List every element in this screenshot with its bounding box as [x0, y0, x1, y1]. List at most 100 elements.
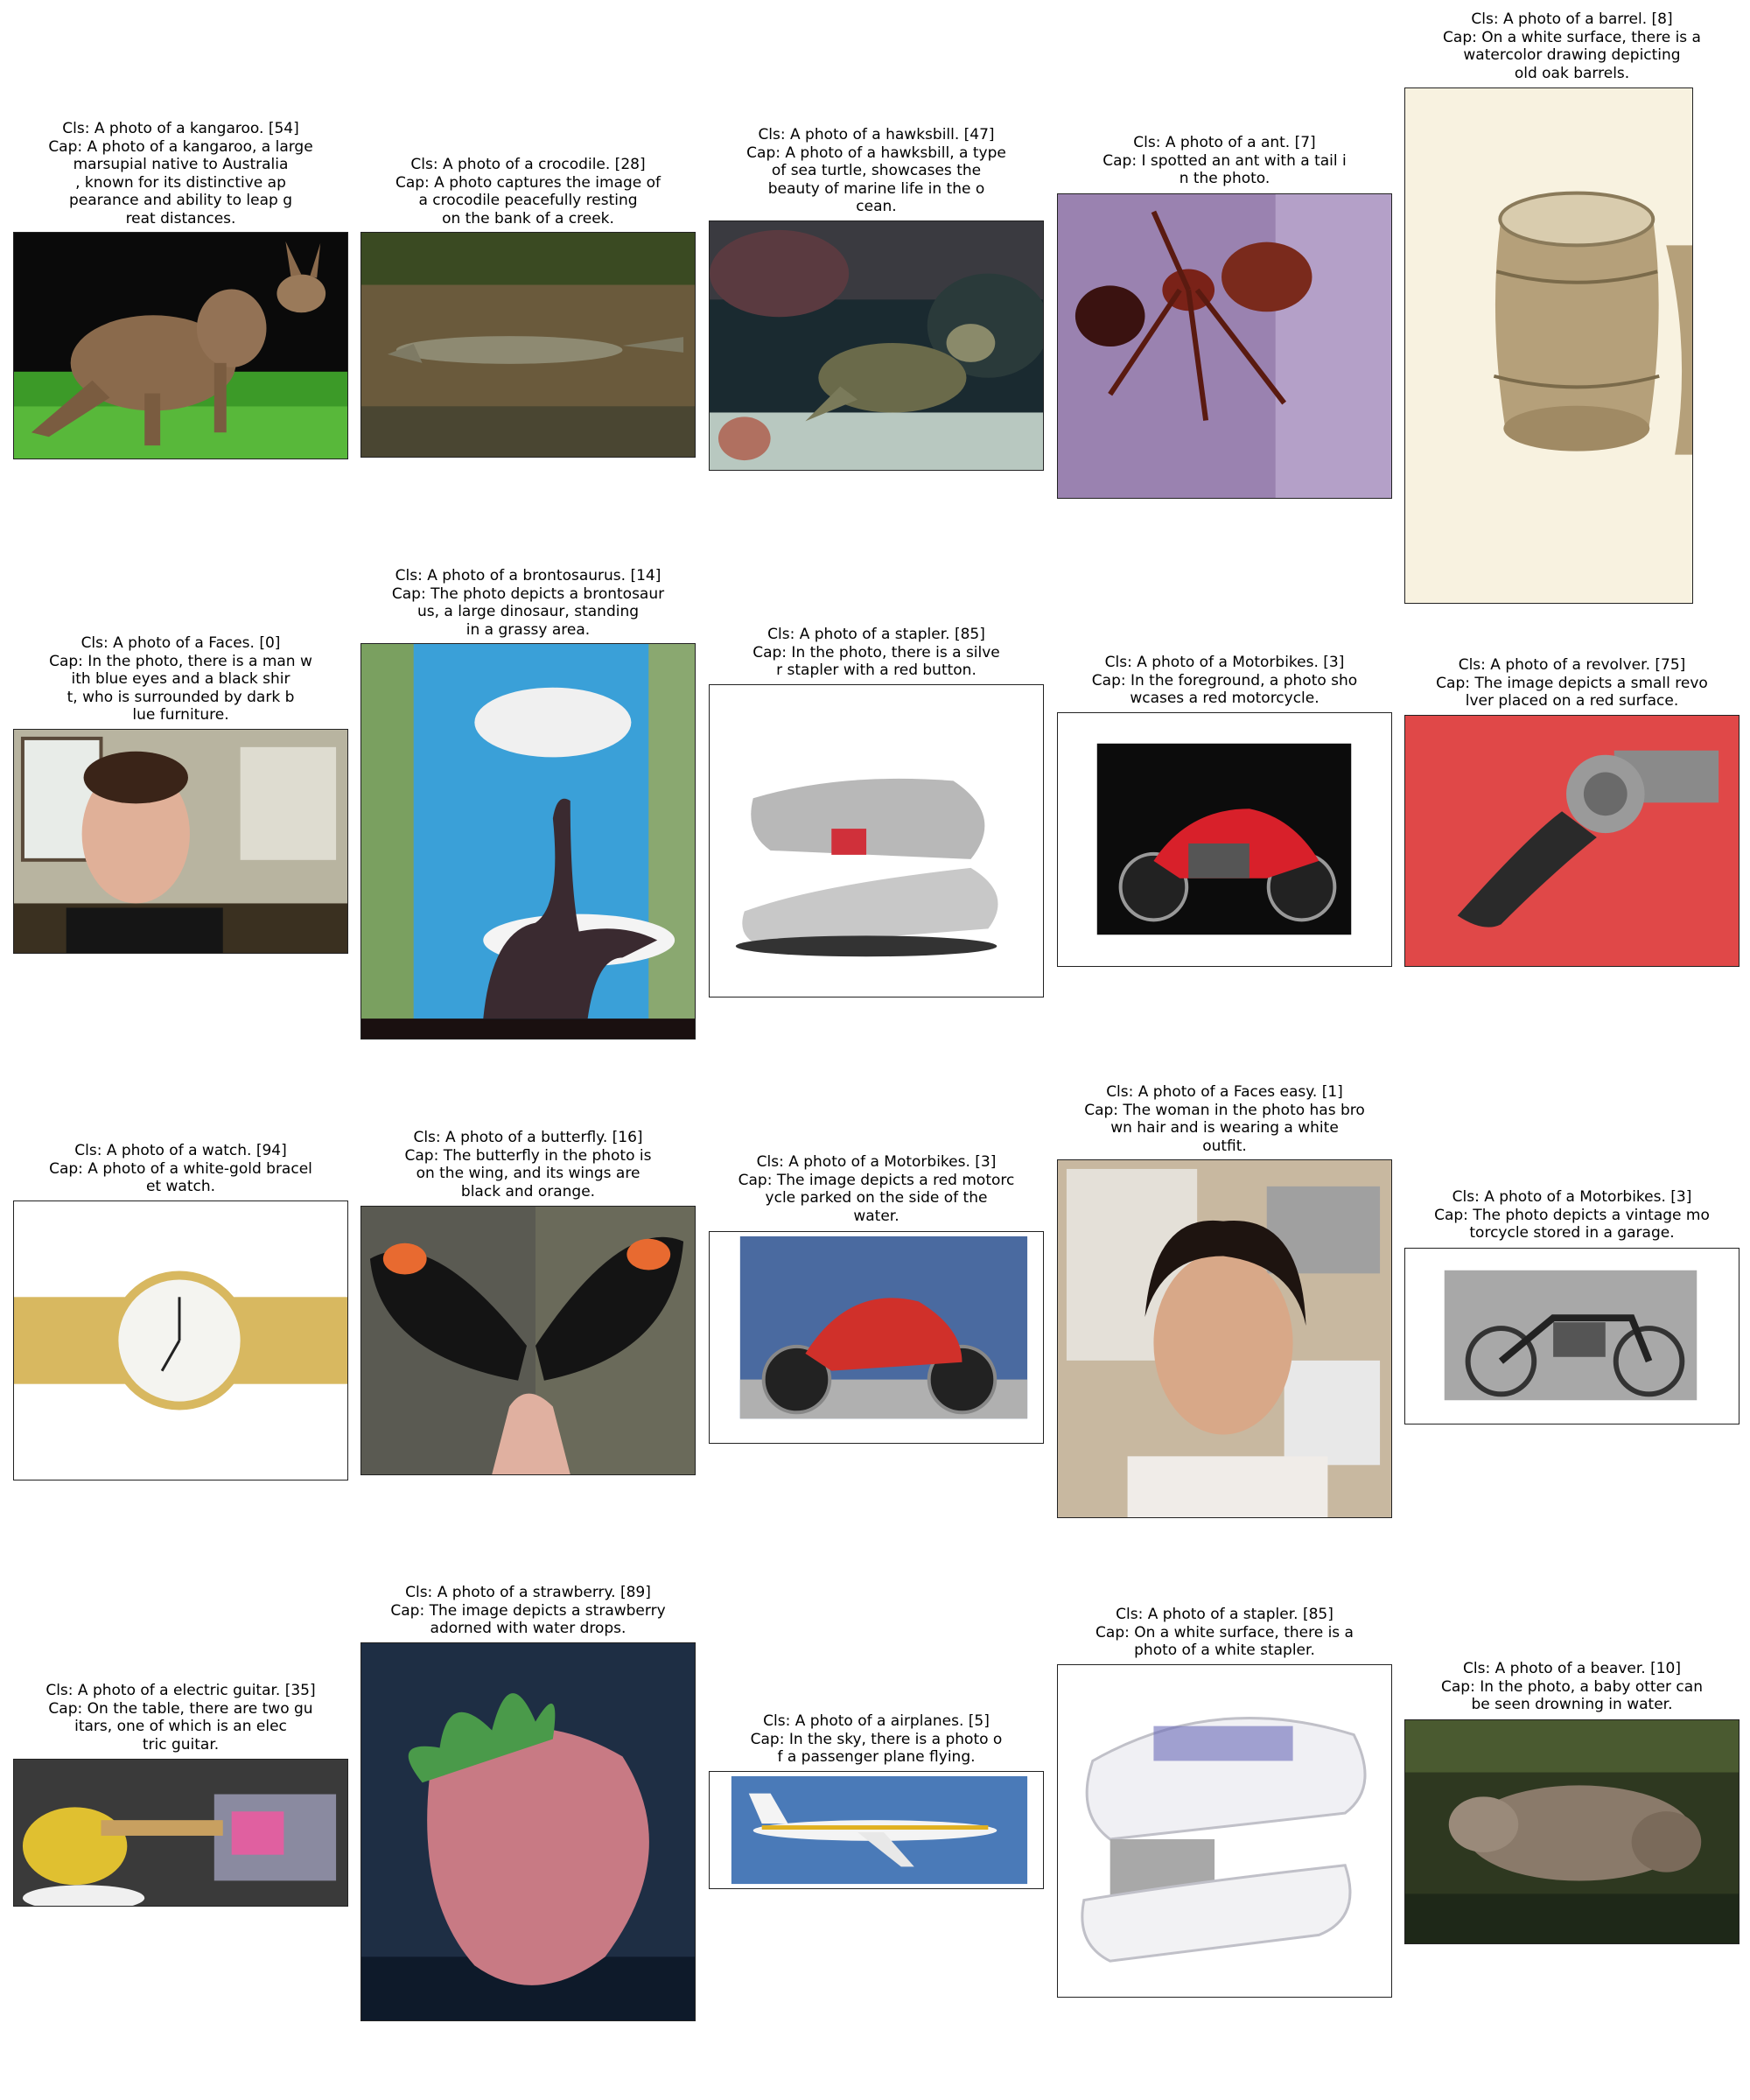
panel-caption: Cls: A photo of a strawberry. [89] Cap: … [360, 1584, 696, 1638]
panel-image [13, 232, 348, 459]
panel-image [1404, 1719, 1740, 1944]
panel-caption: Cls: A photo of a Faces easy. [1] Cap: T… [1057, 1083, 1392, 1155]
cls-label: Cls: A photo of a crocodile. [28] [410, 156, 646, 173]
cls-label: Cls: A photo of a Motorbikes. [3] [1104, 654, 1345, 671]
panel-motorbike-red: Cls: A photo of a Motorbikes. [3] Cap: I… [1057, 654, 1392, 967]
panel-caption: Cls: A photo of a hawksbill. [47] Cap: A… [709, 126, 1044, 216]
panel-image [709, 220, 1044, 471]
cls-label: Cls: A photo of a Faces. [0] [80, 634, 281, 652]
cls-label: Cls: A photo of a electric guitar. [35] [46, 1682, 316, 1699]
cls-label: Cls: A photo of a airplanes. [5] [763, 1712, 990, 1730]
cap-text: Cap: The woman in the photo has bro wn h… [1084, 1101, 1365, 1155]
panel-image [1057, 1159, 1392, 1518]
cap-text: Cap: The image depicts a small revo lver… [1436, 674, 1708, 710]
cap-text: Cap: The photo depicts a brontosaur us, … [391, 584, 665, 639]
panel-caption: Cls: A photo of a watch. [94] Cap: A pho… [13, 1142, 348, 1196]
cap-text: Cap: The image depicts a red motorc ycle… [738, 1171, 1015, 1225]
panel-image [709, 1771, 1044, 1889]
cap-text: Cap: On a white surface, there is a wate… [1443, 28, 1701, 82]
cap-text: Cap: A photo of a hawksbill, a type of s… [746, 144, 1006, 216]
cls-label: Cls: A photo of a Motorbikes. [3] [756, 1153, 997, 1171]
panel-ant: Cls: A photo of a ant. [7] Cap: I spotte… [1057, 134, 1392, 499]
panel-image [1057, 193, 1392, 499]
panel-image [1057, 1664, 1392, 1998]
panel-electric-guitar: Cls: A photo of a electric guitar. [35] … [13, 1682, 348, 1907]
panel-image [1404, 1248, 1740, 1424]
panel-caption: Cls: A photo of a crocodile. [28] Cap: A… [360, 156, 696, 228]
panel-watch: Cls: A photo of a watch. [94] Cap: A pho… [13, 1142, 348, 1480]
panel-image [1057, 712, 1392, 967]
panel-image [13, 1200, 348, 1480]
panel-face-woman: Cls: A photo of a Faces easy. [1] Cap: T… [1057, 1083, 1392, 1518]
cap-text: Cap: The photo depicts a vintage mo torc… [1434, 1206, 1710, 1242]
cap-text: Cap: On the table, there are two gu itar… [48, 1699, 313, 1754]
panel-barrel: Cls: A photo of a barrel. [8] Cap: On a … [1404, 10, 1740, 604]
panel-image [1404, 715, 1740, 967]
panel-caption: Cls: A photo of a Faces. [0] Cap: In the… [13, 634, 348, 724]
cap-text: Cap: A photo of a white-gold bracel et w… [49, 1159, 312, 1196]
cap-text: Cap: The butterfly in the photo is on th… [404, 1146, 652, 1200]
cls-label: Cls: A photo of a ant. [7] [1133, 134, 1316, 151]
cap-text: Cap: In the sky, there is a photo o f a … [750, 1730, 1003, 1767]
panel-caption: Cls: A photo of a butterfly. [16] Cap: T… [360, 1129, 696, 1200]
cap-text: Cap: In the photo, there is a man w ith … [49, 652, 312, 724]
panel-caption: Cls: A photo of a revolver. [75] Cap: Th… [1404, 656, 1740, 710]
panel-motorbike-vintage: Cls: A photo of a Motorbikes. [3] Cap: T… [1404, 1188, 1740, 1424]
panel-kangaroo: Cls: A photo of a kangaroo. [54] Cap: A … [13, 120, 348, 459]
figure-page: { "panels": [ {"cls": "Cls: A photo of a… [0, 0, 1750, 2100]
cap-text: Cap: On a white surface, there is a phot… [1096, 1623, 1354, 1660]
panel-image [1404, 88, 1693, 604]
cls-label: Cls: A photo of a stapler. [85] [1116, 1606, 1334, 1623]
panel-strawberry: Cls: A photo of a strawberry. [89] Cap: … [360, 1584, 696, 2021]
cap-text: Cap: The image depicts a strawberry ador… [390, 1601, 666, 1638]
cap-text: Cap: A photo of a kangaroo, a large mars… [48, 137, 313, 228]
cls-label: Cls: A photo of a kangaroo. [54] [62, 120, 299, 137]
cls-label: Cls: A photo of a barrel. [8] [1471, 10, 1673, 28]
panel-caption: Cls: A photo of a airplanes. [5] Cap: In… [709, 1712, 1044, 1767]
cap-text: Cap: I spotted an ant with a tail i n th… [1102, 151, 1347, 188]
panel-caption: Cls: A photo of a stapler. [85] Cap: On … [1057, 1606, 1392, 1660]
panel-image [360, 1206, 696, 1475]
panel-caption: Cls: A photo of a Motorbikes. [3] Cap: T… [709, 1153, 1044, 1225]
panel-brontosaurus: Cls: A photo of a brontosaurus. [14] Cap… [360, 567, 696, 1040]
cls-label: Cls: A photo of a revolver. [75] [1458, 656, 1686, 674]
panel-hawksbill: Cls: A photo of a hawksbill. [47] Cap: A… [709, 126, 1044, 471]
panel-beaver: Cls: A photo of a beaver. [10] Cap: In t… [1404, 1660, 1740, 1944]
cls-label: Cls: A photo of a Faces easy. [1] [1106, 1083, 1343, 1101]
cls-label: Cls: A photo of a hawksbill. [47] [758, 126, 995, 144]
panel-butterfly: Cls: A photo of a butterfly. [16] Cap: T… [360, 1129, 696, 1475]
panel-caption: Cls: A photo of a brontosaurus. [14] Cap… [360, 567, 696, 639]
cap-text: Cap: In the photo, a baby otter can be s… [1441, 1677, 1703, 1714]
panel-image [709, 1231, 1044, 1444]
cls-label: Cls: A photo of a beaver. [10] [1463, 1660, 1681, 1677]
cls-label: Cls: A photo of a strawberry. [89] [405, 1584, 651, 1601]
panel-caption: Cls: A photo of a ant. [7] Cap: I spotte… [1057, 134, 1392, 188]
panel-face-man: Cls: A photo of a Faces. [0] Cap: In the… [13, 634, 348, 954]
panel-caption: Cls: A photo of a Motorbikes. [3] Cap: I… [1057, 654, 1392, 708]
cls-label: Cls: A photo of a stapler. [85] [767, 626, 985, 643]
cls-label: Cls: A photo of a watch. [94] [74, 1142, 287, 1159]
panel-stapler-silver: Cls: A photo of a stapler. [85] Cap: In … [709, 626, 1044, 998]
cap-text: Cap: In the photo, there is a silve r st… [752, 643, 1000, 680]
panel-caption: Cls: A photo of a kangaroo. [54] Cap: A … [13, 120, 348, 228]
panel-image [360, 1642, 696, 2021]
cls-label: Cls: A photo of a brontosaurus. [14] [395, 567, 662, 584]
cap-text: Cap: A photo captures the image of a cro… [395, 173, 662, 228]
panel-caption: Cls: A photo of a stapler. [85] Cap: In … [709, 626, 1044, 680]
cap-text: Cap: In the foreground, a photo sho wcas… [1091, 671, 1358, 708]
panel-motorbike-water: Cls: A photo of a Motorbikes. [3] Cap: T… [709, 1153, 1044, 1479]
panel-airplane: Cls: A photo of a airplanes. [5] Cap: In… [709, 1712, 1044, 1889]
panel-caption: Cls: A photo of a beaver. [10] Cap: In t… [1404, 1660, 1740, 1714]
panel-caption: Cls: A photo of a electric guitar. [35] … [13, 1682, 348, 1754]
panel-caption: Cls: A photo of a Motorbikes. [3] Cap: T… [1404, 1188, 1740, 1242]
cls-label: Cls: A photo of a Motorbikes. [3] [1452, 1188, 1692, 1206]
panel-stapler-white: Cls: A photo of a stapler. [85] Cap: On … [1057, 1606, 1392, 1998]
cls-label: Cls: A photo of a butterfly. [16] [413, 1129, 643, 1146]
panel-caption: Cls: A photo of a barrel. [8] Cap: On a … [1404, 10, 1740, 82]
panel-crocodile: Cls: A photo of a crocodile. [28] Cap: A… [360, 156, 696, 458]
panel-image [13, 1759, 348, 1907]
panel-revolver: Cls: A photo of a revolver. [75] Cap: Th… [1404, 656, 1740, 967]
panel-image [360, 232, 696, 458]
panel-image [13, 729, 348, 954]
panel-image [709, 684, 1044, 998]
